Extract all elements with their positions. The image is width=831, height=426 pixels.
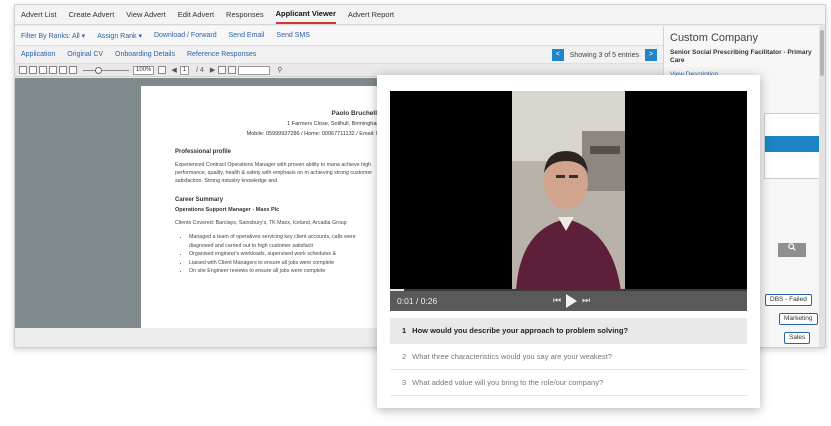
question-item-2[interactable]: 2 What three characteristics would you sa… [390, 344, 747, 370]
tab-onboarding-details[interactable]: Onboarding Details [115, 51, 175, 58]
print-icon[interactable] [19, 66, 27, 74]
thumbnails-icon[interactable] [39, 66, 47, 74]
cv-career-role: Operations Support Manager - Maxx Plc [175, 207, 280, 213]
advert-role-title: Senior Social Prescribing Facilitator - … [670, 49, 812, 64]
send-sms-link[interactable]: Send SMS [276, 32, 309, 39]
save-icon[interactable] [29, 66, 37, 74]
entries-pager: < Showing 3 of 5 entries > [551, 49, 657, 61]
action-toolbar: Filter By Ranks: All ▾ Assign Rank ▾ Dow… [15, 26, 663, 46]
cv-duty: Liaised with Client Managers to ensure a… [189, 259, 381, 268]
nav-view-advert[interactable]: View Advert [126, 5, 165, 25]
play-icon[interactable] [566, 294, 577, 308]
hand-tool-icon[interactable] [228, 66, 237, 74]
nav-advert-report[interactable]: Advert Report [348, 5, 394, 25]
cv-profile-heading: Professional profile [175, 149, 232, 155]
cv-address: 1 Farmers Close, Solihull, Birmingham [287, 121, 381, 127]
applicant-tabs-bar: Application Original CV Onboarding Detai… [15, 46, 663, 64]
question-text: How would you describe your approach to … [412, 326, 629, 335]
candidate-video-frame [512, 91, 625, 291]
question-item-3[interactable]: 3 What added value will you bring to the … [390, 370, 747, 396]
question-item-1[interactable]: 1 How would you describe your approach to… [390, 318, 747, 344]
cv-profile-text: Experienced Contract Operations Manager … [175, 162, 373, 184]
zoom-slider-knob[interactable] [95, 66, 102, 74]
video-time: 0:01 / 0:26 [397, 296, 438, 306]
tab-application[interactable]: Application [21, 51, 55, 58]
entries-count: Showing 3 of 5 entries [569, 51, 639, 59]
applicant-list[interactable] [764, 113, 824, 179]
sidebar-search-button[interactable] [778, 243, 806, 257]
assign-rank-dropdown[interactable]: Assign Rank ▾ [97, 32, 142, 40]
nav-create-advert[interactable]: Create Advert [68, 5, 114, 25]
video-player[interactable]: 0:01 / 0:26 ⏮ ⏭ [390, 91, 747, 311]
page-number-input[interactable]: 1 [179, 65, 190, 75]
company-name: Custom Company [670, 32, 759, 44]
nav-responses[interactable]: Responses [226, 5, 264, 25]
fullscreen-icon[interactable] [158, 66, 167, 74]
previous-entry-button[interactable]: < [551, 49, 564, 61]
pdf-search-input[interactable] [238, 65, 271, 75]
cv-duty: On site Engineer reviews to ensure all j… [189, 267, 381, 276]
prev-page-icon[interactable]: ◀ [171, 66, 176, 74]
tag-marketing[interactable]: Marketing [779, 313, 818, 325]
cv-duties-list: Managed a team of operatives servicing k… [175, 233, 381, 276]
select-tool-icon[interactable] [218, 66, 227, 74]
nav-advert-list[interactable]: Advert List [21, 5, 56, 25]
question-number: 2 [402, 352, 407, 361]
search-icon [788, 243, 796, 251]
question-number: 3 [402, 378, 407, 387]
send-email-link[interactable]: Send Email [229, 32, 265, 39]
cv-clients: Clients Covered: Barclays, Sainsbury's, … [175, 220, 347, 226]
tab-reference-responses[interactable]: Reference Responses [187, 51, 256, 58]
download-forward-link[interactable]: Download / Forward [154, 32, 217, 39]
question-number: 1 [402, 326, 407, 335]
scrollbar-thumb[interactable] [820, 30, 824, 76]
top-navigation: Advert List Create Advert View Advert Ed… [15, 5, 825, 25]
pdf-search-icon[interactable]: ⚲ [277, 66, 282, 74]
zoom-level[interactable]: 100% [133, 65, 155, 75]
next-entry-button[interactable]: > [645, 49, 657, 61]
cv-career-heading: Career Summary [175, 197, 224, 203]
tag-sales[interactable]: Sales [784, 332, 811, 344]
filter-by-ranks-dropdown[interactable]: Filter By Ranks: All ▾ [21, 32, 85, 40]
video-interview-modal: 0:01 / 0:26 ⏮ ⏭ 1 How would you describe … [377, 75, 760, 408]
video-controls: 0:01 / 0:26 ⏮ ⏭ [390, 291, 747, 311]
fit-page-icon[interactable] [59, 66, 67, 74]
selected-applicant-row[interactable] [765, 136, 823, 152]
zoom-slider[interactable] [83, 66, 129, 74]
question-list: 1 How would you describe your approach to… [390, 318, 747, 396]
rotate-icon[interactable] [69, 66, 77, 74]
question-text: What added value will you bring to the r… [412, 378, 604, 387]
next-question-icon[interactable]: ⏭ [582, 295, 590, 306]
tag-dbs-failed[interactable]: DBS - Failed [765, 294, 812, 306]
cv-duty: Organised engineer's workloads, supervis… [189, 250, 381, 259]
next-page-icon[interactable]: ▶ [210, 66, 215, 74]
cv-page: Paolo Bruchello 1 Farmers Close, Solihul… [141, 86, 391, 328]
cv-duty: Managed a team of operatives servicing k… [189, 233, 381, 250]
cv-contact: Mobile: 05999937286 / Home: 00067711132 … [246, 131, 381, 137]
question-text: What three characteristics would you say… [412, 352, 612, 361]
sidebar-scrollbar[interactable] [819, 26, 825, 347]
nav-applicant-viewer[interactable]: Applicant Viewer [275, 5, 336, 24]
fit-width-icon[interactable] [49, 66, 57, 74]
tab-original-cv[interactable]: Original CV [67, 51, 103, 58]
nav-edit-advert[interactable]: Edit Advert [178, 5, 214, 25]
previous-question-icon[interactable]: ⏮ [553, 295, 561, 306]
page-total: / 4 [196, 66, 204, 74]
cv-name: Paolo Bruchello [331, 110, 381, 117]
